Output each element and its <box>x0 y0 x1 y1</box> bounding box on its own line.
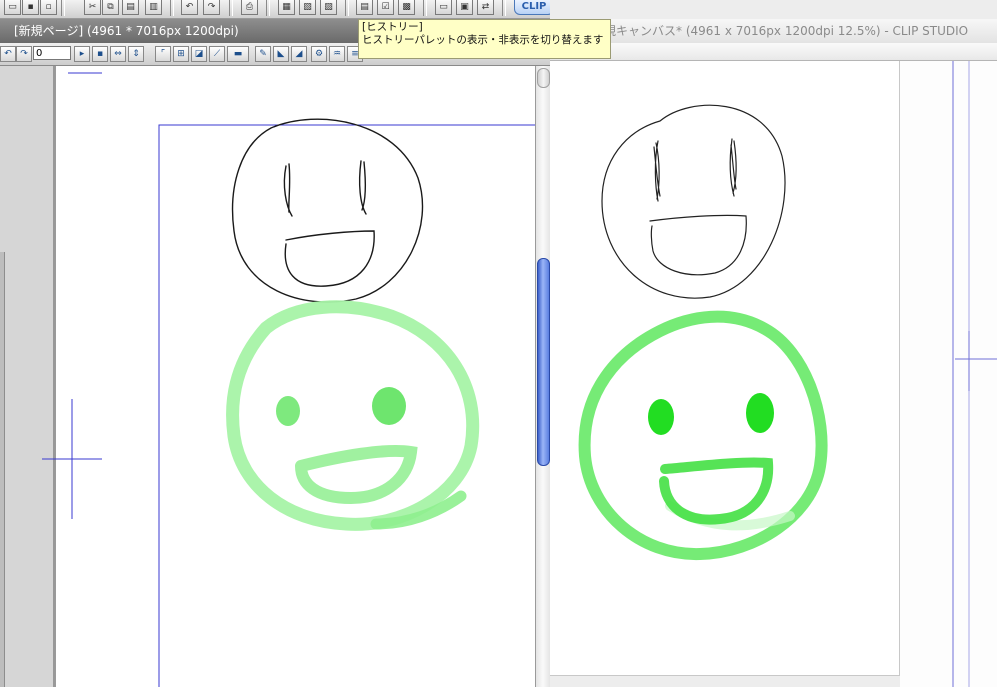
save-icon[interactable]: ▪ <box>22 0 39 15</box>
toolbar-divider <box>423 0 427 16</box>
material-icon[interactable]: ▭ <box>435 0 452 15</box>
perspective-icon[interactable]: ◢ <box>291 46 307 62</box>
save-as-icon[interactable]: ▫ <box>40 0 57 15</box>
undo-icon[interactable]: ↶ <box>181 0 198 15</box>
toolbar-divider <box>345 0 349 16</box>
toolbar-divider <box>229 0 233 16</box>
small-square-icon[interactable]: ▪ <box>92 46 108 62</box>
delete-icon[interactable]: ▥ <box>145 0 162 15</box>
left-edge-panel <box>0 252 5 687</box>
open-file-icon[interactable]: ▭ <box>4 0 21 15</box>
brush-icon[interactable]: ♒ <box>329 46 345 62</box>
toolbar-divider <box>266 0 270 16</box>
vertical-scrollbar[interactable] <box>535 66 550 687</box>
checklist-icon[interactable]: ☑ <box>377 0 394 15</box>
toolbar-divider <box>61 0 65 16</box>
right-drawing <box>578 104 828 561</box>
pen-icon[interactable]: ✎ <box>255 46 271 62</box>
flip-horizontal-icon[interactable]: ⇔ <box>110 46 126 62</box>
sketch-face-left <box>231 118 424 303</box>
toolbar-divider <box>170 0 174 16</box>
sketch-face-right <box>601 104 786 299</box>
green-face-right <box>578 310 828 561</box>
right-window-toolbar <box>550 43 997 61</box>
layer-props-icon[interactable]: ▧ <box>299 0 316 15</box>
right-canvas-window: 規キャンバス* (4961 x 7016px 1200dpi 12.5%) - … <box>550 0 997 687</box>
triangle-ruler-icon[interactable]: ◣ <box>273 46 289 62</box>
gear-icon[interactable]: ⚙ <box>311 46 327 62</box>
canvas-icon[interactable]: ▬ <box>227 46 249 62</box>
right-canvas-gutter <box>900 61 997 687</box>
left-canvas-paper[interactable] <box>55 66 535 687</box>
cut-icon[interactable]: ✂ <box>84 0 101 15</box>
history-tooltip: [ヒストリー] ヒストリーパレットの表示・非表示を切り替えます <box>358 19 611 59</box>
flip-vertical-icon[interactable]: ⇕ <box>128 46 144 62</box>
scrollbar-top-cap[interactable] <box>537 68 550 88</box>
right-canvas-paper[interactable] <box>550 61 900 676</box>
color-palette-icon[interactable]: ▩ <box>398 0 415 15</box>
scrollbar-thumb[interactable] <box>537 258 550 466</box>
play-icon[interactable]: ▸ <box>74 46 90 62</box>
left-canvas-area[interactable] <box>0 66 535 687</box>
tooltip-body: ヒストリーパレットの表示・非表示を切り替えます <box>362 34 604 46</box>
rotate-right-icon[interactable]: ↷ <box>16 46 32 62</box>
swap-icon[interactable]: ⇄ <box>477 0 494 15</box>
tooltip-title: [ヒストリー] <box>362 21 423 33</box>
ruler-icon[interactable]: ◪ <box>191 46 207 62</box>
paste-icon[interactable]: ▤ <box>122 0 139 15</box>
redo-icon[interactable]: ↷ <box>203 0 220 15</box>
right-guides <box>952 61 997 687</box>
copy-icon[interactable]: ⧉ <box>102 0 119 15</box>
left-guides <box>42 66 55 687</box>
snap-icon[interactable]: ⟋ <box>209 46 225 62</box>
print-icon[interactable]: ⎙ <box>241 0 258 15</box>
right-window-title: 規キャンバス* (4961 x 7016px 1200dpi 12.5%) - … <box>550 19 997 43</box>
left-drawing <box>68 72 535 687</box>
rotation-angle-input[interactable]: 0 <box>33 46 71 60</box>
window-icon[interactable]: ▣ <box>456 0 473 15</box>
layer-settings-icon[interactable]: ▨ <box>320 0 337 15</box>
clip-studio-logo[interactable]: CLIP <box>514 0 554 15</box>
history-icon[interactable]: ▤ <box>356 0 373 15</box>
crop-marks-icon[interactable]: ⌜ <box>155 46 171 62</box>
grid-icon[interactable]: ⊞ <box>173 46 189 62</box>
toolbar-divider <box>502 0 506 16</box>
rotate-left-icon[interactable]: ↶ <box>0 46 16 62</box>
layer-icon[interactable]: ▦ <box>278 0 295 15</box>
left-canvas-window: [新規ページ] (4961 * 7016px 1200dpi) ↶ ↷ 0 ▸ … <box>0 19 550 687</box>
green-face-left <box>226 300 480 531</box>
